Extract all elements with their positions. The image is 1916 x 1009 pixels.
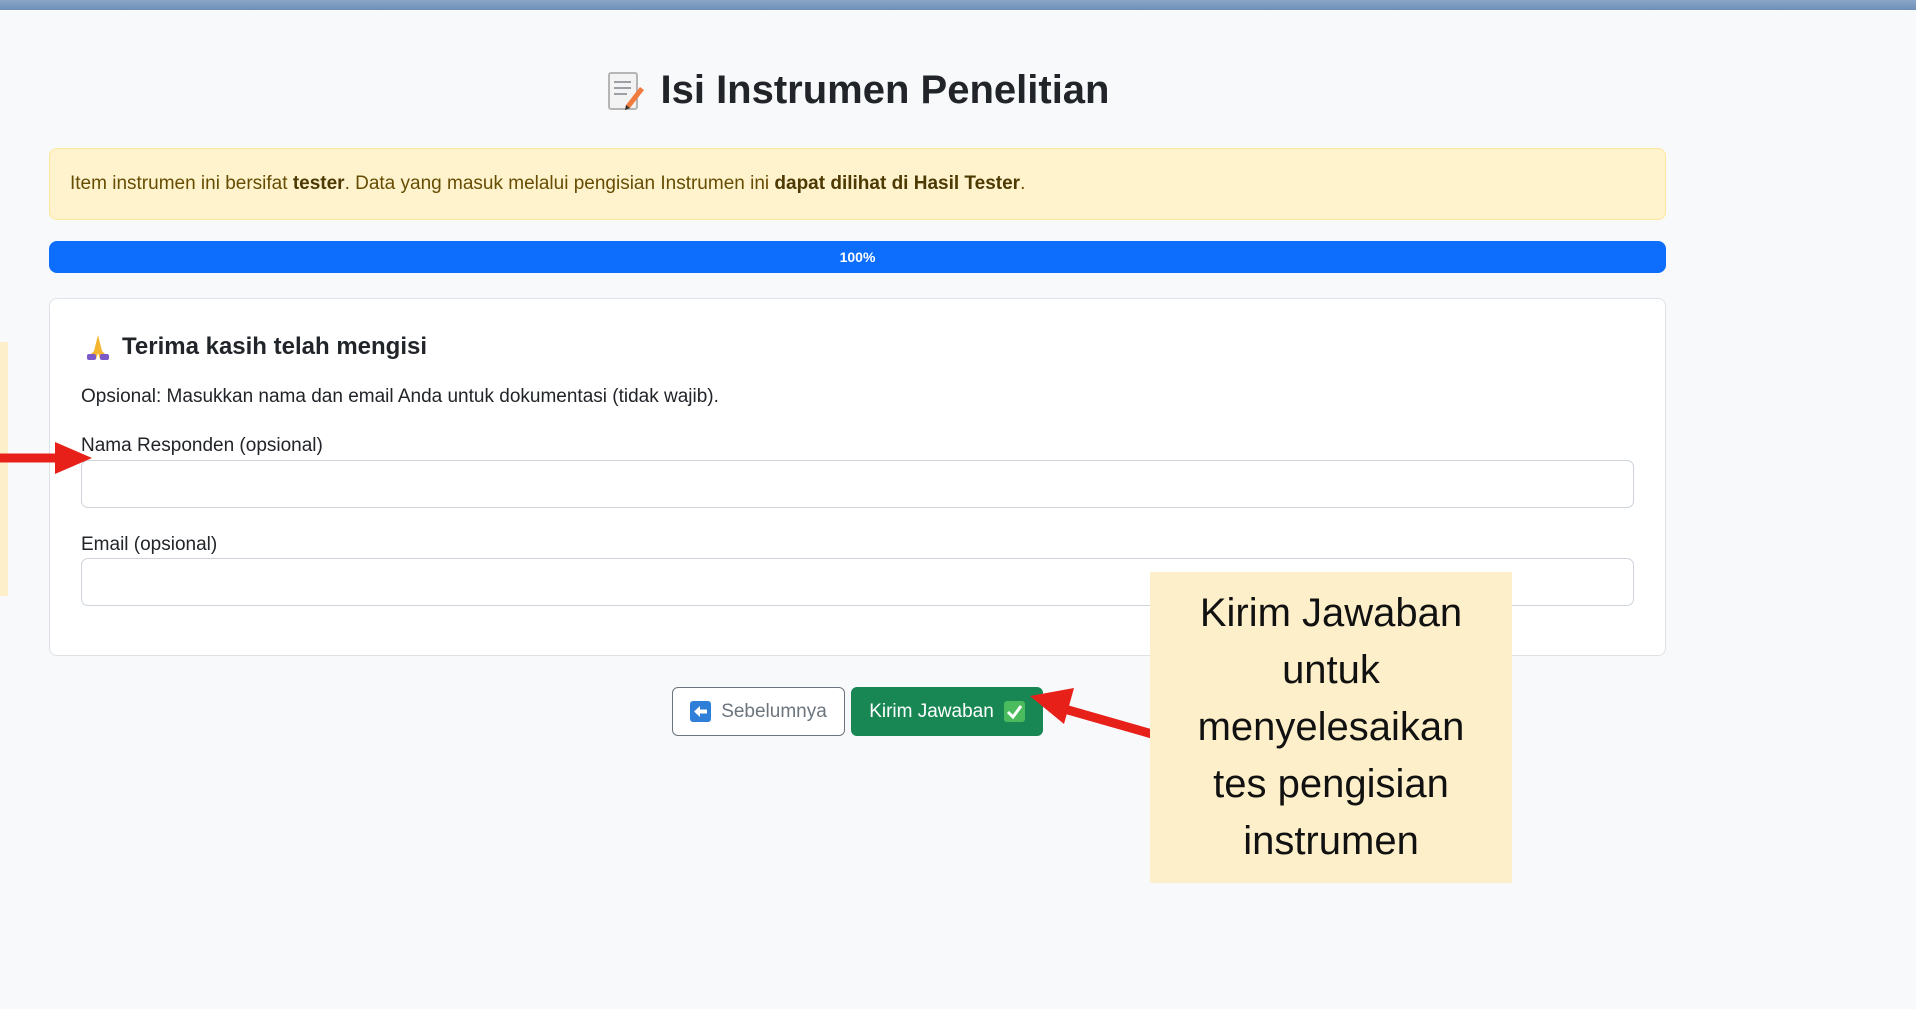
progress-label: 100% bbox=[839, 249, 876, 265]
page-title: Isi Instrumen Penelitian bbox=[0, 68, 1716, 113]
previous-button-label: Sebelumnya bbox=[721, 700, 827, 722]
window-top-bar bbox=[0, 0, 1916, 10]
card-subtitle: Opsional: Masukkan nama dan email Anda u… bbox=[81, 386, 719, 407]
red-arrow-icon bbox=[0, 442, 92, 474]
alert-text-part: Item instrumen ini bersifat bbox=[70, 173, 293, 194]
previous-button[interactable]: Sebelumnya bbox=[672, 687, 845, 736]
progress-bar: 100% bbox=[49, 241, 1666, 273]
name-field-label: Nama Responden (opsional) bbox=[81, 435, 323, 456]
alert-bold-hasil: dapat dilihat di Hasil Tester bbox=[774, 173, 1021, 194]
alert-text-part: . Data yang masuk melalui pengisian Inst… bbox=[344, 173, 775, 194]
tester-alert: Item instrumen ini bersifat tester. Data… bbox=[49, 148, 1666, 220]
alert-text: Item instrumen ini bersifat tester. Data… bbox=[70, 173, 1025, 195]
page-title-text: Isi Instrumen Penelitian bbox=[660, 68, 1110, 112]
submit-answers-button[interactable]: Kirim Jawaban bbox=[851, 687, 1043, 736]
callout-text: Kirim Jawaban untuk menyelesaikan tes pe… bbox=[1197, 591, 1465, 863]
memo-icon bbox=[608, 71, 645, 110]
alert-text-part: . bbox=[1020, 173, 1026, 194]
alert-bold-tester: tester bbox=[292, 173, 345, 194]
check-mark-icon bbox=[1003, 701, 1025, 722]
card-title-text: Terima kasih telah mengisi bbox=[122, 333, 428, 360]
progress-fill: 100% bbox=[49, 241, 1666, 273]
instruction-callout: Kirim Jawaban untuk menyelesaikan tes pe… bbox=[1150, 572, 1512, 883]
name-field[interactable] bbox=[81, 460, 1634, 508]
email-field-label: Email (opsional) bbox=[81, 534, 218, 555]
folded-hands-icon bbox=[87, 335, 109, 360]
card-title: Terima kasih telah mengisi bbox=[84, 333, 427, 361]
red-arrow-icon bbox=[1030, 688, 1154, 739]
back-arrow-icon bbox=[690, 701, 712, 722]
submit-button-label: Kirim Jawaban bbox=[869, 700, 994, 722]
